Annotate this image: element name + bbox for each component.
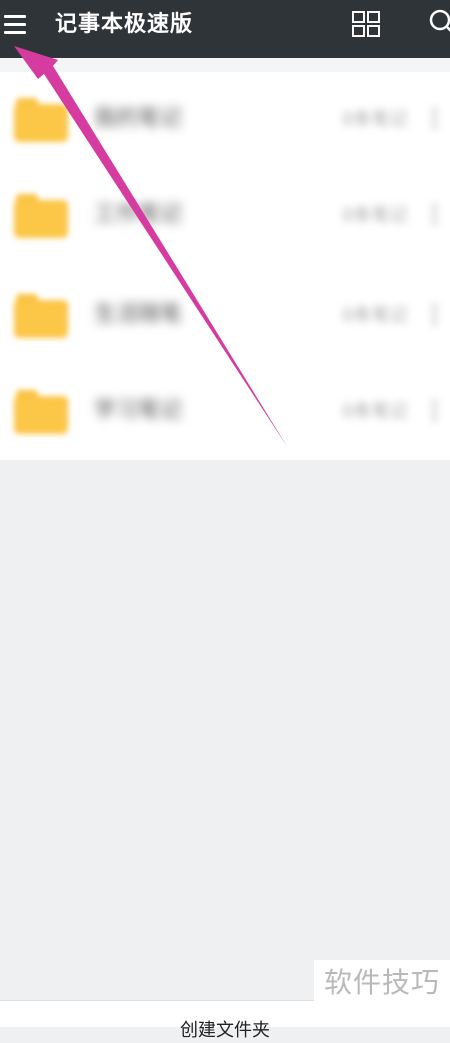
folder-name: 生活随笔 (94, 302, 183, 327)
more-options-icon[interactable] (424, 302, 446, 328)
folder-count: 0条笔记 (342, 401, 408, 422)
folder-name: 我的笔记 (94, 106, 183, 131)
folder-row[interactable]: 学习笔记 0条笔记 (0, 364, 450, 460)
more-options-icon[interactable] (424, 398, 446, 424)
app-title: 记事本极速版 (55, 12, 194, 37)
grid-view-icon (352, 11, 380, 37)
create-folder-button[interactable]: 创建文件夹 (0, 1019, 450, 1043)
folder-icon (14, 194, 68, 238)
folder-name: 工作笔记 (94, 202, 183, 227)
menu-icon-line (4, 31, 26, 34)
more-options-icon[interactable] (424, 202, 446, 228)
folder-count: 0条笔记 (342, 205, 408, 226)
grid-view-button[interactable] (351, 10, 381, 38)
folder-icon (14, 294, 68, 338)
folder-name: 学习笔记 (94, 398, 183, 423)
folder-icon (14, 390, 68, 434)
menu-icon (4, 15, 26, 18)
more-options-icon[interactable] (424, 106, 446, 132)
header-divider (0, 58, 450, 72)
folder-row[interactable]: 生活随笔 0条笔记 (0, 268, 450, 364)
menu-icon-line (4, 23, 26, 26)
folder-icon (14, 98, 68, 142)
search-button[interactable] (428, 8, 450, 38)
watermark: 软件技巧 (314, 960, 450, 1006)
folder-row[interactable]: 工作笔记 0条笔记 (0, 168, 450, 264)
search-icon (429, 9, 450, 32)
app-header: 记事本极速版 (0, 0, 450, 58)
folder-list: 我的笔记 0条笔记 工作笔记 0条笔记 生活随笔 0条笔记 学习笔记 0条笔记 (0, 72, 450, 460)
folder-row[interactable]: 我的笔记 0条笔记 (0, 72, 450, 168)
folder-count: 0条笔记 (342, 305, 408, 326)
folder-count: 0条笔记 (342, 109, 408, 130)
menu-button[interactable] (0, 10, 30, 40)
